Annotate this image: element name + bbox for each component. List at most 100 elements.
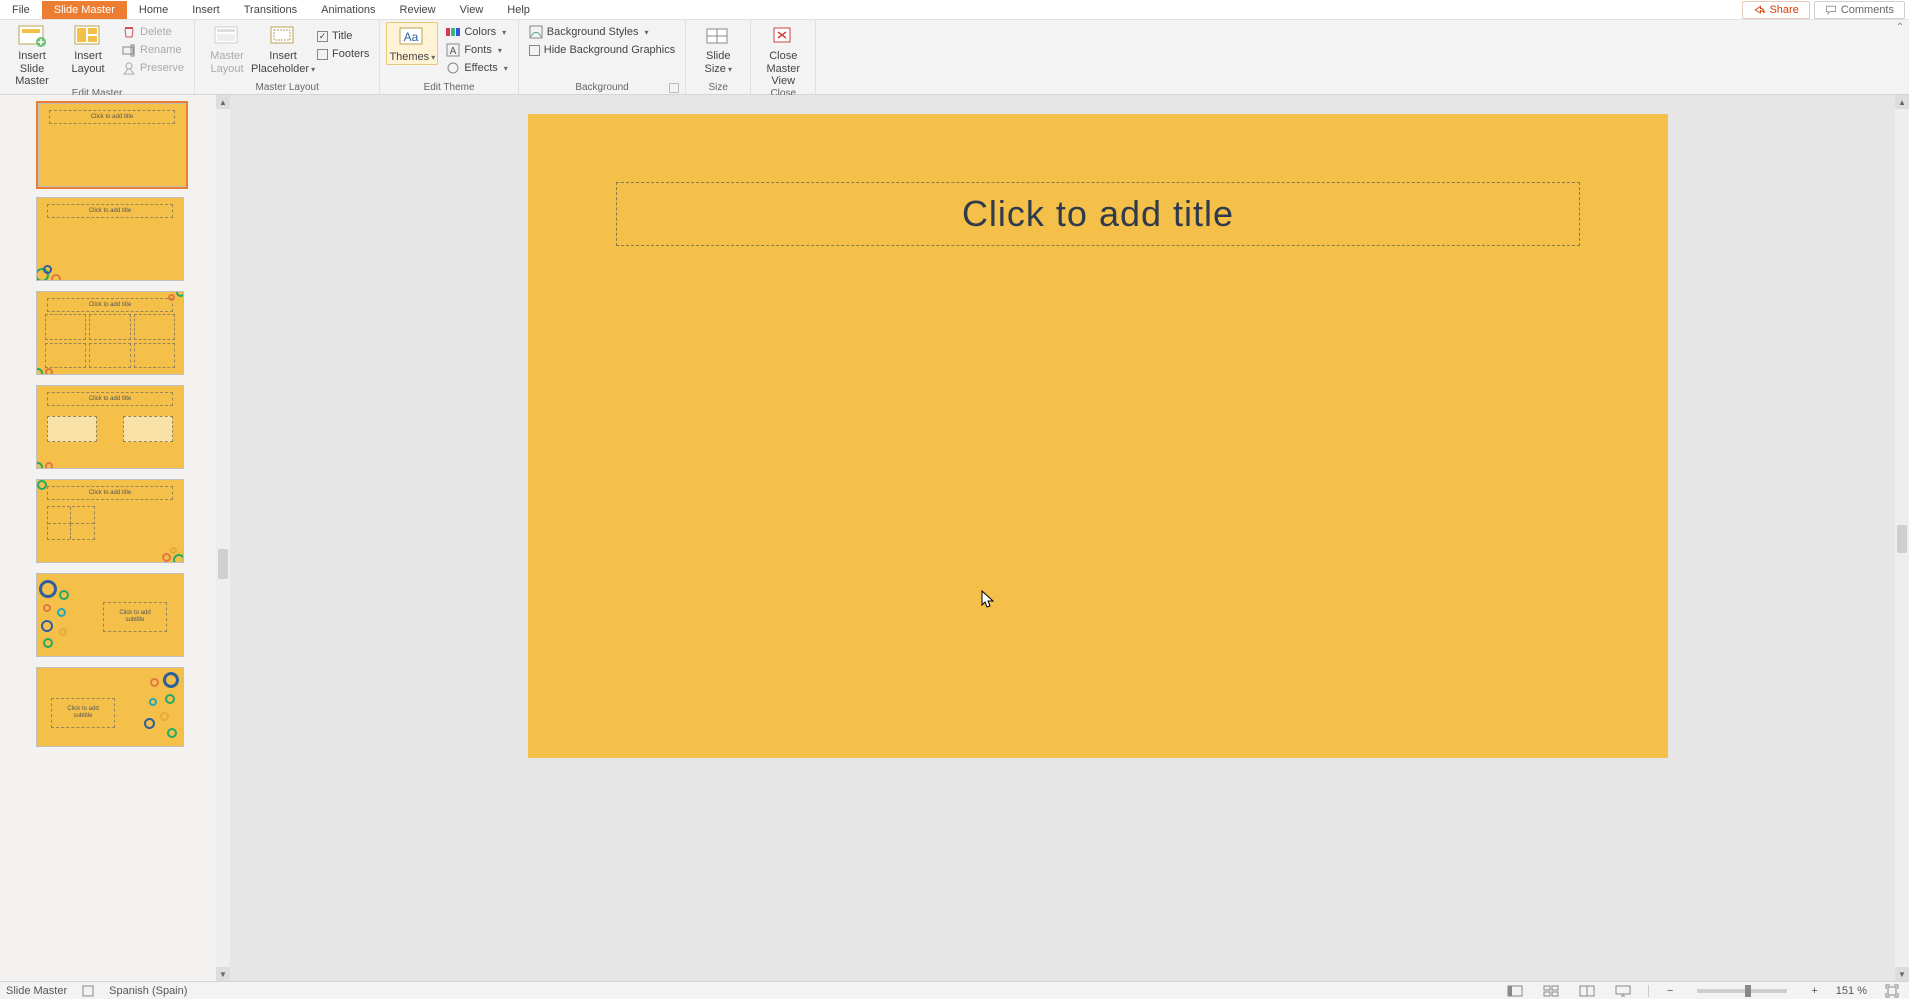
thumb-title-placeholder: Click to add title xyxy=(47,298,173,312)
hide-background-checkbox[interactable]: Hide Background Graphics xyxy=(525,42,679,58)
canvas-scroll-handle[interactable] xyxy=(1897,525,1907,553)
zoom-level[interactable]: 151 % xyxy=(1836,985,1867,997)
background-styles-button[interactable]: Background Styles ▾ xyxy=(525,24,679,40)
thumb-title-placeholder: Click to add title xyxy=(47,204,173,218)
master-layout-icon xyxy=(211,24,243,48)
reading-view-button[interactable] xyxy=(1576,984,1598,998)
decorative-circles-icon xyxy=(135,668,183,746)
dialog-launcher-icon[interactable] xyxy=(669,83,679,93)
colors-icon xyxy=(446,25,460,39)
delete-label: Delete xyxy=(140,26,172,38)
thumbnail-panel: ▲ Click to add title Click to add title xyxy=(0,95,230,981)
layout-thumbnail[interactable]: Click to add title xyxy=(36,197,184,281)
tab-home[interactable]: Home xyxy=(127,1,180,19)
close-icon xyxy=(767,24,799,48)
status-mode: Slide Master xyxy=(6,985,67,997)
chevron-down-icon: ▾ xyxy=(504,64,508,73)
themes-button[interactable]: Aa Themes▾ xyxy=(386,22,438,65)
title-checkbox[interactable]: Title xyxy=(313,28,373,44)
themes-icon: Aa xyxy=(396,25,428,49)
insert-placeholder-button[interactable]: Insert Placeholder▾ xyxy=(257,22,309,75)
insert-slide-master-button[interactable]: Insert Slide Master xyxy=(6,22,58,88)
slide-master-thumbnail[interactable]: Click to add title xyxy=(38,103,186,187)
comments-label: Comments xyxy=(1841,4,1894,16)
footers-checkbox[interactable]: Footers xyxy=(313,46,373,62)
effects-label: Effects xyxy=(464,62,497,74)
canvas-vscrollbar[interactable]: ▲ ▼ xyxy=(1895,95,1909,981)
fonts-label: Fonts xyxy=(464,44,492,56)
thumb-subtitle-2: subtitle xyxy=(125,617,144,624)
menu-tabstrip: File Slide Master Home Insert Transition… xyxy=(0,0,1909,20)
tab-animations[interactable]: Animations xyxy=(309,1,387,19)
layout-thumbnail[interactable]: Click to add subtitle xyxy=(36,573,184,657)
tab-slide-master[interactable]: Slide Master xyxy=(42,1,127,19)
preserve-button[interactable]: Preserve xyxy=(118,60,188,76)
tab-help[interactable]: Help xyxy=(495,1,542,19)
ribbon: Insert Slide Master Insert Layout Delete… xyxy=(0,20,1909,95)
collapse-ribbon-button[interactable]: ⌃ xyxy=(1896,22,1904,33)
chevron-down-icon: ▾ xyxy=(311,65,315,74)
checkbox-unchecked-icon xyxy=(529,45,540,56)
preserve-icon xyxy=(122,61,136,75)
workspace: ▲ Click to add title Click to add title xyxy=(0,95,1909,981)
colors-button[interactable]: Colors▾ xyxy=(442,24,511,40)
thumb-scrollbar[interactable] xyxy=(216,109,230,967)
layout-thumbnail[interactable]: Click to add title xyxy=(36,479,184,563)
tab-review[interactable]: Review xyxy=(388,1,448,19)
status-bar: Slide Master Spanish (Spain) − + 151 % xyxy=(0,981,1909,999)
fonts-button[interactable]: A Fonts▾ xyxy=(442,42,511,58)
effects-icon xyxy=(446,61,460,75)
group-close: Close Master View Close xyxy=(751,20,816,94)
slide-size-button[interactable]: Slide Size▾ xyxy=(692,22,744,75)
rename-button[interactable]: Rename xyxy=(118,42,188,58)
slide-size-icon xyxy=(702,24,734,48)
themes-label: Themes▾ xyxy=(389,51,435,64)
checkbox-unchecked-icon xyxy=(317,49,328,60)
thumb-scroll-down[interactable]: ▼ xyxy=(216,967,230,981)
tab-view[interactable]: View xyxy=(448,1,496,19)
slideshow-view-button[interactable] xyxy=(1612,984,1634,998)
zoom-slider[interactable] xyxy=(1697,989,1787,993)
insert-placeholder-icon xyxy=(267,24,299,48)
tab-transitions[interactable]: Transitions xyxy=(232,1,309,19)
insert-layout-button[interactable]: Insert Layout xyxy=(62,22,114,75)
tab-insert[interactable]: Insert xyxy=(180,1,232,19)
effects-button[interactable]: Effects ▾ xyxy=(442,60,511,76)
group-label-master-layout: Master Layout xyxy=(201,82,373,94)
chevron-down-icon: ▾ xyxy=(728,65,732,74)
thumb-scroll-handle[interactable] xyxy=(218,549,228,579)
close-master-view-button[interactable]: Close Master View xyxy=(757,22,809,88)
zoom-in-button[interactable]: + xyxy=(1807,985,1821,997)
canvas-scroll-up[interactable]: ▲ xyxy=(1895,95,1909,109)
title-placeholder[interactable]: Click to add title xyxy=(616,182,1580,246)
layout-thumbnail[interactable]: Click to add subtitle xyxy=(36,667,184,747)
layout-thumbnail[interactable]: Click to add title xyxy=(36,385,184,469)
fit-to-window-button[interactable] xyxy=(1881,984,1903,998)
delete-button[interactable]: Delete xyxy=(118,24,188,40)
chevron-down-icon: ▾ xyxy=(645,28,649,37)
status-language[interactable]: Spanish (Spain) xyxy=(109,985,187,997)
slide-sorter-view-button[interactable] xyxy=(1540,984,1562,998)
layout-thumbnail[interactable]: Click to add title xyxy=(36,291,184,375)
title-checkbox-label: Title xyxy=(332,30,352,42)
master-layout-button[interactable]: Master Layout xyxy=(201,22,253,75)
canvas-scroll-down[interactable]: ▼ xyxy=(1895,967,1909,981)
mouse-cursor-icon xyxy=(981,590,995,608)
slide-master-canvas[interactable]: Click to add title xyxy=(528,114,1668,758)
background-styles-label: Background Styles xyxy=(547,26,639,38)
zoom-slider-knob[interactable] xyxy=(1745,985,1751,997)
accessibility-icon[interactable] xyxy=(81,984,95,998)
share-button[interactable]: Share xyxy=(1742,1,1809,19)
title-placeholder-text: Click to add title xyxy=(962,193,1234,235)
delete-icon xyxy=(122,25,136,39)
decorative-circles-icon xyxy=(36,262,69,281)
comments-button[interactable]: Comments xyxy=(1814,1,1905,19)
zoom-out-button[interactable]: − xyxy=(1663,985,1677,997)
thumb-scroll-up[interactable]: ▲ xyxy=(216,95,230,109)
decorative-circles-icon xyxy=(161,291,184,306)
thumb-subtitle-1: Click to add xyxy=(119,610,150,617)
normal-view-button[interactable] xyxy=(1504,984,1526,998)
tab-file[interactable]: File xyxy=(0,1,42,19)
thumb-number xyxy=(6,103,36,107)
preserve-label: Preserve xyxy=(140,62,184,74)
